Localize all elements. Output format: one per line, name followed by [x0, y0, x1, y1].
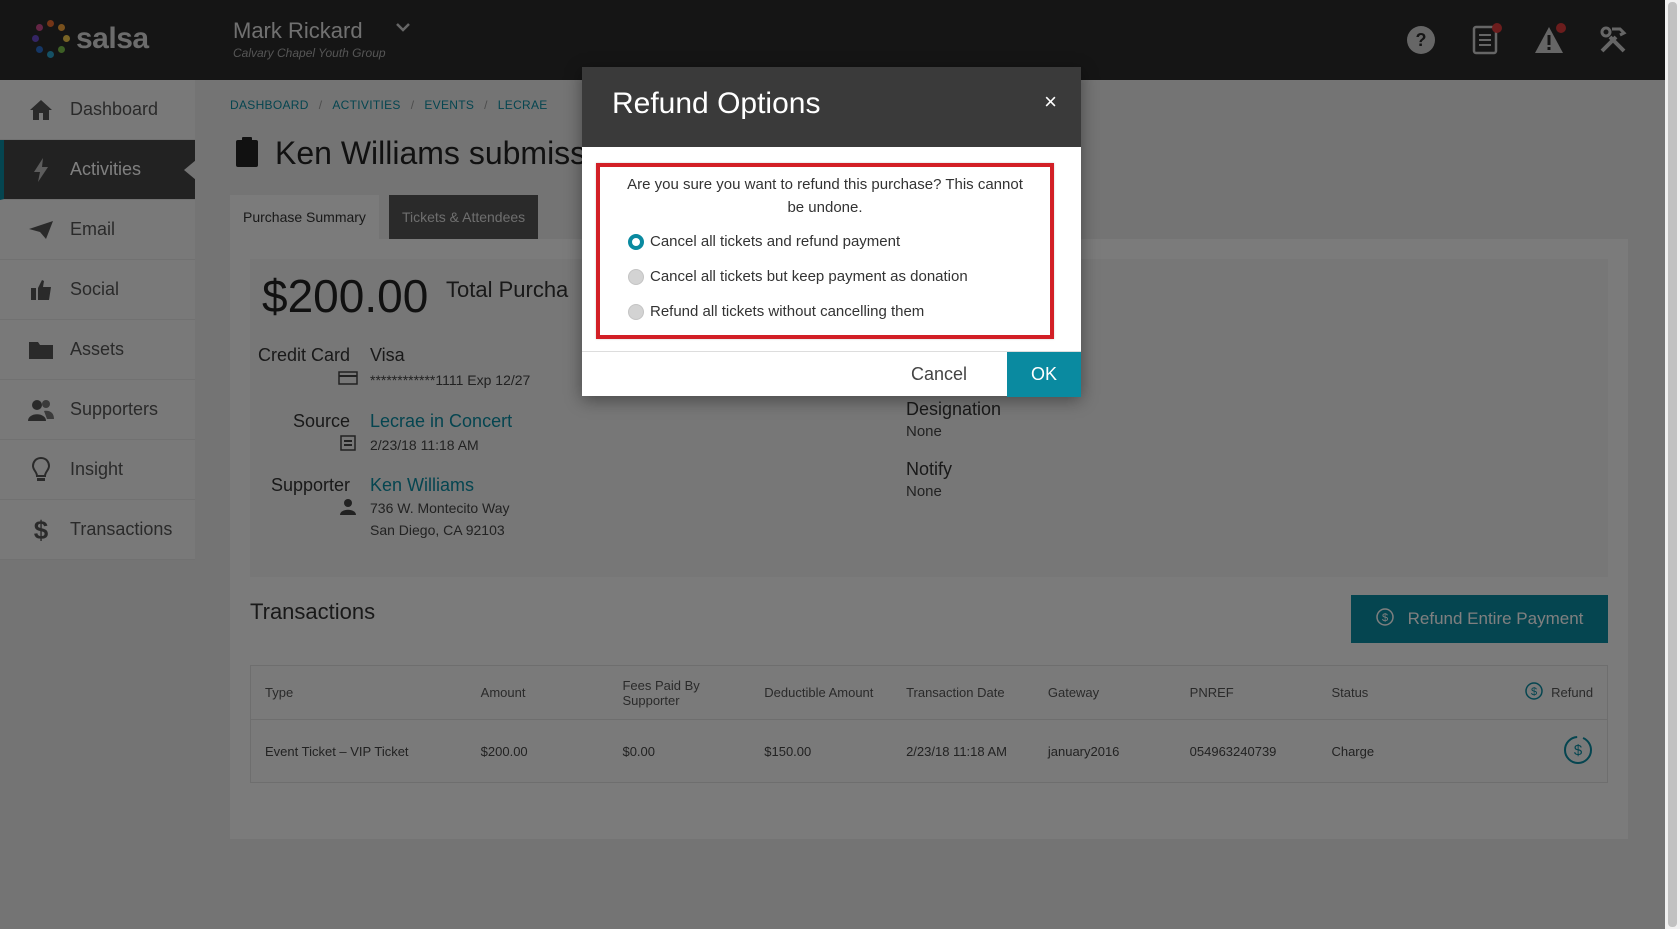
option-cancel-keep-donation[interactable]: Cancel all tickets but keep payment as d…	[628, 268, 968, 285]
close-icon[interactable]: ×	[1044, 89, 1057, 115]
radio-unselected[interactable]	[628, 268, 644, 285]
refund-options-highlight: Are you sure you want to refund this pur…	[596, 163, 1054, 339]
dialog-footer: Cancel OK	[582, 351, 1081, 397]
scrollbar-thumb[interactable]	[1668, 2, 1677, 927]
dialog-header: Refund Options ×	[582, 67, 1081, 147]
cancel-button[interactable]: Cancel	[911, 364, 967, 385]
option-cancel-and-refund[interactable]: Cancel all tickets and refund payment	[628, 233, 900, 250]
ok-button[interactable]: OK	[1007, 352, 1081, 397]
refund-options-dialog: Refund Options × Are you sure you want t…	[582, 67, 1081, 397]
radio-selected[interactable]	[628, 233, 644, 250]
dialog-title: Refund Options	[612, 87, 821, 120]
option-refund-without-cancel[interactable]: Refund all tickets without cancelling th…	[628, 303, 924, 320]
scrollbar[interactable]	[1665, 0, 1680, 929]
radio-unselected[interactable]	[628, 303, 644, 320]
refund-question: Are you sure you want to refund this pur…	[627, 176, 1023, 216]
